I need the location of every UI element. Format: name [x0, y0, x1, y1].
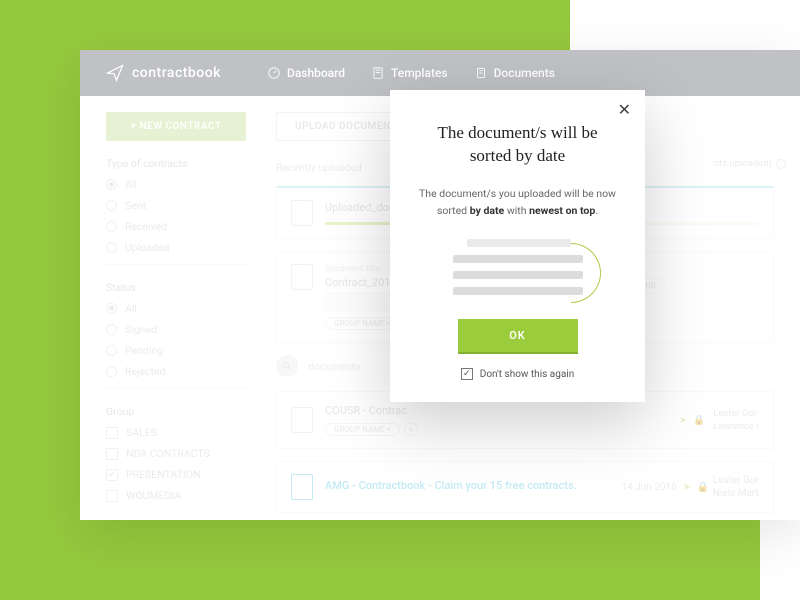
doc3-title: COUSR - Contrac	[325, 404, 667, 417]
group-sales[interactable]: SALES	[106, 426, 246, 439]
group-chip[interactable]: GROUP NAME ×	[325, 423, 400, 436]
file-icon	[291, 407, 313, 433]
file-icon	[291, 264, 313, 290]
group-woumedia[interactable]: WOUMEDIA	[106, 489, 246, 502]
modal-title: The document/s will be sorted by date	[416, 122, 619, 168]
type-received[interactable]: Received	[106, 220, 246, 233]
nav-templates[interactable]: Templates	[371, 66, 448, 80]
dont-show-again-toggle[interactable]: ✓ Don't show this again	[416, 368, 619, 380]
doc4-date: 14 Jun 2016	[622, 482, 677, 493]
group-nda[interactable]: NDA CONTRACTS	[106, 447, 246, 460]
modal-body: The document/s you uploaded will be now …	[416, 186, 619, 220]
status-pending[interactable]: Pending	[106, 344, 246, 357]
group-presentation[interactable]: PRESENTATION	[106, 468, 246, 481]
doc4-title: AMG - Contractbook - Claim your 15 free …	[325, 479, 610, 492]
close-icon[interactable]: ✕	[618, 102, 631, 118]
type-uploaded[interactable]: Uploaded	[106, 241, 246, 254]
party-name: Lawrence I	[713, 421, 759, 432]
status-signed[interactable]: Signed	[106, 323, 246, 336]
add-group-chip[interactable]: +	[404, 423, 418, 436]
file-icon	[291, 200, 313, 226]
template-icon	[371, 66, 385, 80]
gauge-icon	[267, 66, 281, 80]
party-name: Lester Gor	[713, 408, 759, 419]
ok-button[interactable]: OK	[458, 319, 578, 354]
info-icon[interactable]: i	[776, 159, 786, 169]
status-label: Status	[106, 281, 246, 294]
party-name: Lester Gor	[713, 475, 759, 486]
group-chip[interactable]: GROUP NAME ×	[325, 317, 400, 330]
card-action-icons[interactable]: ➤🔒	[679, 415, 703, 425]
checkbox-icon: ✓	[461, 368, 473, 380]
nav-dashboard-label: Dashboard	[287, 66, 345, 80]
group-label: Group	[106, 405, 246, 418]
nav-dashboard[interactable]: Dashboard	[267, 66, 345, 80]
logo[interactable]: contractbook	[106, 64, 221, 82]
upload-count-hint: nts uploaded) i	[714, 158, 786, 169]
document-card-amg[interactable]: AMG - Contractbook - Claim your 15 free …	[276, 461, 774, 513]
documents-icon	[474, 66, 488, 80]
search-icon	[282, 361, 292, 371]
search-button[interactable]	[276, 355, 298, 377]
type-sent[interactable]: Sent	[106, 199, 246, 212]
type-all[interactable]: All	[106, 178, 246, 191]
nav-documents-label: Documents	[494, 66, 555, 80]
new-contract-button[interactable]: + NEW CONTRACT	[106, 112, 246, 141]
sidebar: + NEW CONTRACT Type of contracts All Sen…	[106, 112, 246, 504]
card-action-icons[interactable]: ➤🔒	[683, 482, 707, 492]
dont-show-label: Don't show this again	[480, 369, 574, 380]
nav-documents[interactable]: Documents	[474, 66, 555, 80]
top-nav: Dashboard Templates Documents	[267, 66, 555, 80]
status-rejected[interactable]: Rejected	[106, 365, 246, 378]
status-all[interactable]: All	[106, 302, 246, 315]
search-placeholder: documents	[308, 360, 361, 373]
file-icon	[291, 474, 313, 500]
party-name: Niels Mart	[713, 488, 759, 499]
sort-illustration	[453, 239, 583, 295]
sort-info-modal: ✕ The document/s will be sorted by date …	[390, 90, 645, 402]
type-label: Type of contracts	[106, 157, 246, 170]
brand-text: contractbook	[132, 65, 221, 81]
nav-templates-label: Templates	[391, 66, 448, 80]
paper-plane-icon	[106, 64, 124, 82]
